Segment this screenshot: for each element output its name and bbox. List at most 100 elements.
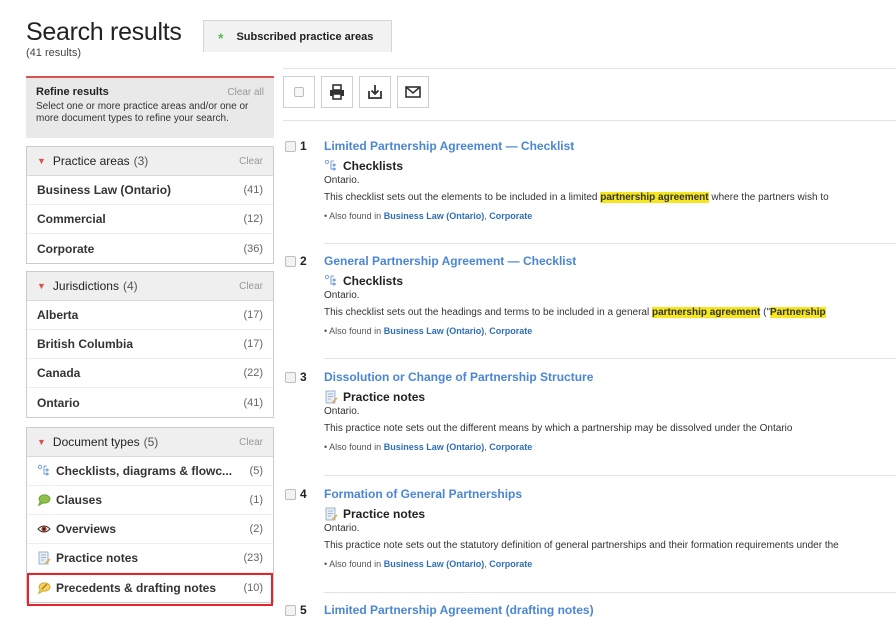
facet-item-checklists[interactable]: Checklists, diagrams & flowc... (5) bbox=[27, 457, 273, 486]
snippet-text: This checklist sets out the headings and… bbox=[324, 307, 652, 318]
result-index: 2 bbox=[300, 254, 307, 268]
result-jurisdiction: Ontario. bbox=[324, 406, 360, 417]
download-button[interactable] bbox=[359, 76, 391, 108]
result-checkbox[interactable] bbox=[285, 604, 296, 616]
checkbox bbox=[294, 87, 304, 97]
also-link-business-law[interactable]: Business Law (Ontario) bbox=[384, 559, 485, 569]
divider bbox=[324, 358, 896, 359]
select-all-checkbox[interactable] bbox=[283, 76, 315, 108]
result-checkbox[interactable] bbox=[285, 140, 296, 152]
result-jurisdiction: Ontario. bbox=[324, 175, 360, 186]
checklist-icon bbox=[324, 274, 336, 286]
doc-type-label: Practice notes bbox=[343, 507, 426, 521]
doc-type-label: Checklists bbox=[343, 159, 404, 173]
result-title-link[interactable]: Limited Partnership Agreement (drafting … bbox=[324, 603, 896, 617]
also-found-in: • Also found in Business Law (Ontario), … bbox=[324, 326, 896, 336]
checklist-icon bbox=[324, 159, 336, 171]
facet-clear-link[interactable]: Clear bbox=[239, 281, 263, 292]
email-button[interactable] bbox=[397, 76, 429, 108]
facet-item-count: (23) bbox=[243, 552, 263, 564]
clear-all-link[interactable]: Clear all bbox=[227, 87, 264, 98]
also-link-business-law[interactable]: Business Law (Ontario) bbox=[384, 211, 485, 221]
facet-item-label: Practice notes bbox=[56, 551, 139, 565]
facet-item-count: (41) bbox=[243, 184, 263, 196]
facet-header-jurisdictions[interactable]: ▼ Jurisdictions (4) Clear bbox=[27, 272, 273, 301]
facet-item-count: (17) bbox=[243, 309, 263, 321]
also-link-corporate[interactable]: Corporate bbox=[489, 559, 532, 569]
also-link-business-law[interactable]: Business Law (Ontario) bbox=[384, 326, 485, 336]
facet-item-count: (1) bbox=[249, 494, 263, 506]
page-title: Search results bbox=[26, 18, 182, 46]
result-title-link[interactable]: Dissolution or Change of Partnership Str… bbox=[324, 370, 896, 384]
result-number: 3 bbox=[285, 370, 307, 384]
facet-item-label: British Columbia bbox=[37, 337, 134, 351]
also-link-corporate[interactable]: Corporate bbox=[489, 442, 532, 452]
chevron-down-icon: ▼ bbox=[37, 281, 46, 291]
facet-item-label: Checklists, diagrams & flowc... bbox=[56, 464, 233, 478]
facet-count: (3) bbox=[133, 154, 149, 168]
practice-note-icon bbox=[325, 390, 338, 404]
result-doc-type: Checklists bbox=[324, 159, 896, 173]
results-toolbar bbox=[283, 76, 429, 108]
facet-header-document-types[interactable]: ▼ Document types (5) Clear bbox=[27, 428, 273, 457]
also-prefix: • Also found in bbox=[324, 559, 384, 569]
result-title-link[interactable]: Formation of General Partnerships bbox=[324, 487, 896, 501]
also-link-corporate[interactable]: Corporate bbox=[489, 211, 532, 221]
envelope-icon bbox=[405, 86, 421, 98]
also-link-business-law[interactable]: Business Law (Ontario) bbox=[384, 442, 485, 452]
facet-item-alberta[interactable]: Alberta (17) bbox=[27, 301, 273, 330]
refine-results-panel: Refine results Clear all Select one or m… bbox=[26, 76, 274, 138]
result-snippet: This checklist sets out the headings and… bbox=[324, 307, 896, 318]
print-icon bbox=[330, 84, 344, 100]
facet-item-label: Business Law (Ontario) bbox=[37, 183, 172, 197]
facet-clear-link[interactable]: Clear bbox=[239, 437, 263, 448]
result-checkbox[interactable] bbox=[285, 488, 296, 500]
result-snippet: This practice note sets out the differen… bbox=[324, 423, 896, 434]
practice-note-icon bbox=[325, 507, 338, 521]
selection-highlight bbox=[27, 573, 273, 606]
also-link-corporate[interactable]: Corporate bbox=[489, 326, 532, 336]
facet-item-count: (17) bbox=[243, 338, 263, 350]
divider bbox=[324, 475, 896, 476]
snippet-highlight: partnership agreement bbox=[600, 192, 709, 203]
facet-item-clauses[interactable]: Clauses (1) bbox=[27, 486, 273, 515]
eye-icon bbox=[37, 525, 51, 533]
facet-item-count: (5) bbox=[249, 465, 263, 477]
facet-item-corporate[interactable]: Corporate (36) bbox=[27, 234, 273, 263]
tab-subscribed-practice-areas[interactable]: * Subscribed practice areas bbox=[203, 20, 392, 52]
facet-title: Jurisdictions bbox=[52, 279, 119, 293]
facet-item-british-columbia[interactable]: British Columbia (17) bbox=[27, 330, 273, 359]
result-index: 1 bbox=[300, 139, 307, 153]
result-index: 3 bbox=[300, 370, 307, 384]
facet-item-practice-notes[interactable]: Practice notes (23) bbox=[27, 544, 273, 573]
divider bbox=[324, 592, 896, 593]
result-checkbox[interactable] bbox=[285, 371, 296, 383]
result-number: 5 bbox=[285, 603, 307, 617]
also-found-in: • Also found in Business Law (Ontario), … bbox=[324, 442, 896, 452]
chevron-down-icon: ▼ bbox=[37, 156, 46, 166]
star-icon: * bbox=[218, 29, 224, 46]
facet-item-canada[interactable]: Canada (22) bbox=[27, 359, 273, 388]
result-count: (41 results) bbox=[26, 47, 82, 59]
facet-clear-link[interactable]: Clear bbox=[239, 156, 263, 167]
facet-item-label: Alberta bbox=[37, 308, 79, 322]
facet-header-practice-areas[interactable]: ▼ Practice areas (3) Clear bbox=[27, 147, 273, 176]
result-number: 1 bbox=[285, 139, 307, 153]
result-title-link[interactable]: Limited Partnership Agreement — Checklis… bbox=[324, 139, 896, 153]
result-title-link[interactable]: General Partnership Agreement — Checklis… bbox=[324, 254, 896, 268]
snippet-text: This practice note sets out the statutor… bbox=[324, 540, 839, 551]
facet-item-commercial[interactable]: Commercial (12) bbox=[27, 205, 273, 234]
facet-item-overviews[interactable]: Overviews (2) bbox=[27, 515, 273, 544]
result-checkbox[interactable] bbox=[285, 255, 296, 267]
result-index: 5 bbox=[300, 603, 307, 617]
facet-item-count: (22) bbox=[243, 367, 263, 379]
download-icon bbox=[368, 85, 382, 99]
facet-item-ontario[interactable]: Ontario (41) bbox=[27, 388, 273, 417]
facet-item-business-law-ontario[interactable]: Business Law (Ontario) (41) bbox=[27, 176, 273, 205]
print-button[interactable] bbox=[321, 76, 353, 108]
result-jurisdiction: Ontario. bbox=[324, 290, 360, 301]
facet-item-label: Ontario bbox=[37, 395, 80, 410]
result-index: 4 bbox=[300, 487, 307, 501]
snippet-highlight: Partnership bbox=[770, 307, 826, 318]
facet-item-count: (12) bbox=[243, 213, 263, 225]
